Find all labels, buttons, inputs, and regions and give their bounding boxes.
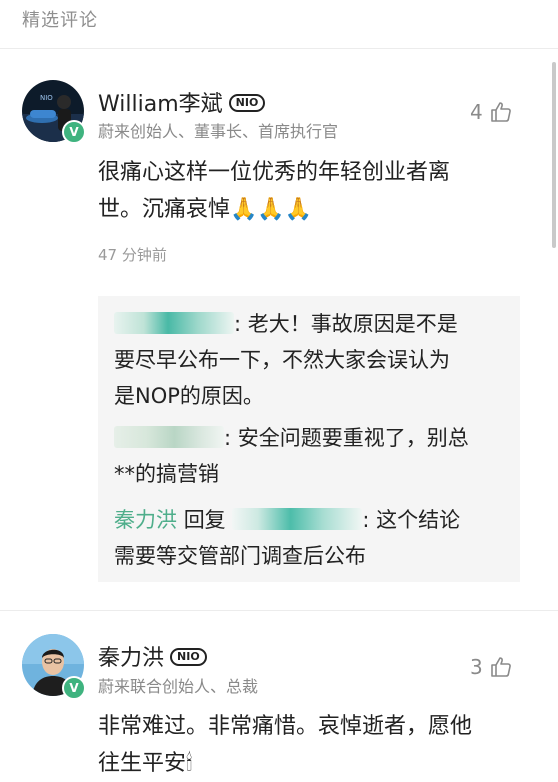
like-count: 4: [470, 100, 483, 124]
verified-v-icon: V: [62, 676, 86, 700]
reply-text: : 安全问题要重视了，别总: [224, 426, 469, 450]
comment-text-line: 很痛心这样一位优秀的年轻创业者离: [98, 160, 451, 185]
reply-text: : 老大！事故原因是不是: [234, 312, 458, 336]
reply-word: 回复: [183, 508, 226, 532]
like-count: 3: [470, 655, 483, 679]
comment-text-line: 世。沉痛哀悼🙏🙏🙏: [98, 197, 313, 222]
verified-v-icon: V: [62, 120, 86, 144]
comment-text: 很痛心这样一位优秀的年轻创业者离 世。沉痛哀悼🙏🙏🙏: [98, 154, 450, 228]
reply-item[interactable]: 秦力洪 回复 : 这个结论 需要等交管部门调查后公布: [114, 502, 460, 574]
nio-badge-icon: NIO: [170, 648, 207, 666]
like-button[interactable]: 4: [470, 100, 513, 124]
commenter-name-text[interactable]: 秦力洪: [98, 646, 164, 671]
reply-item[interactable]: : 安全问题要重视了，别总 **的搞营销: [114, 420, 469, 492]
reply-list: : 老大！事故原因是不是 要尽早公布一下，不然大家会误认为 是NOP的原因。 :…: [98, 296, 520, 582]
reply-item[interactable]: : 老大！事故原因是不是 要尽早公布一下，不然大家会误认为 是NOP的原因。: [114, 306, 458, 414]
reply-text: 要尽早公布一下，不然大家会误认为: [114, 348, 450, 372]
commenter-role: 蔚来创始人、董事长、首席执行官: [98, 122, 339, 141]
reply-text: : 这个结论: [362, 508, 461, 532]
section-title: 精选评论: [22, 10, 98, 31]
timestamp: 47 分钟前: [98, 246, 167, 264]
svg-text:NIO: NIO: [40, 94, 53, 102]
section-divider: [0, 48, 558, 49]
reply-author[interactable]: 秦力洪: [114, 508, 177, 532]
scrollbar[interactable]: [552, 62, 556, 248]
blurred-username: [232, 508, 363, 530]
comment-text: 非常难过。非常痛惜。哀悼逝者，愿他 往生平安🕯: [98, 708, 472, 782]
commenter-role: 蔚来联合创始人、总裁: [98, 677, 259, 696]
commenter-name-text[interactable]: William李斌: [98, 92, 223, 117]
reply-text: 是NOP的原因。: [114, 384, 264, 408]
nio-badge-icon: NIO: [228, 94, 266, 112]
blurred-username: [114, 312, 234, 334]
comment-text-line: 非常难过。非常痛惜。哀悼逝者，愿他: [98, 714, 473, 739]
thumbs-up-icon: [490, 657, 511, 677]
commenter-name[interactable]: William李斌 NIO: [98, 86, 266, 118]
reply-text: 需要等交管部门调查后公布: [114, 544, 366, 568]
reply-text: **的搞营销: [114, 462, 219, 486]
blurred-username: [114, 426, 224, 448]
thumbs-up-icon: [490, 102, 511, 122]
comment-text-line: 往生平安🕯: [98, 751, 193, 776]
like-button[interactable]: 3: [470, 655, 513, 679]
commenter-name[interactable]: 秦力洪 NIO: [98, 640, 207, 672]
comment-divider: [0, 610, 558, 611]
